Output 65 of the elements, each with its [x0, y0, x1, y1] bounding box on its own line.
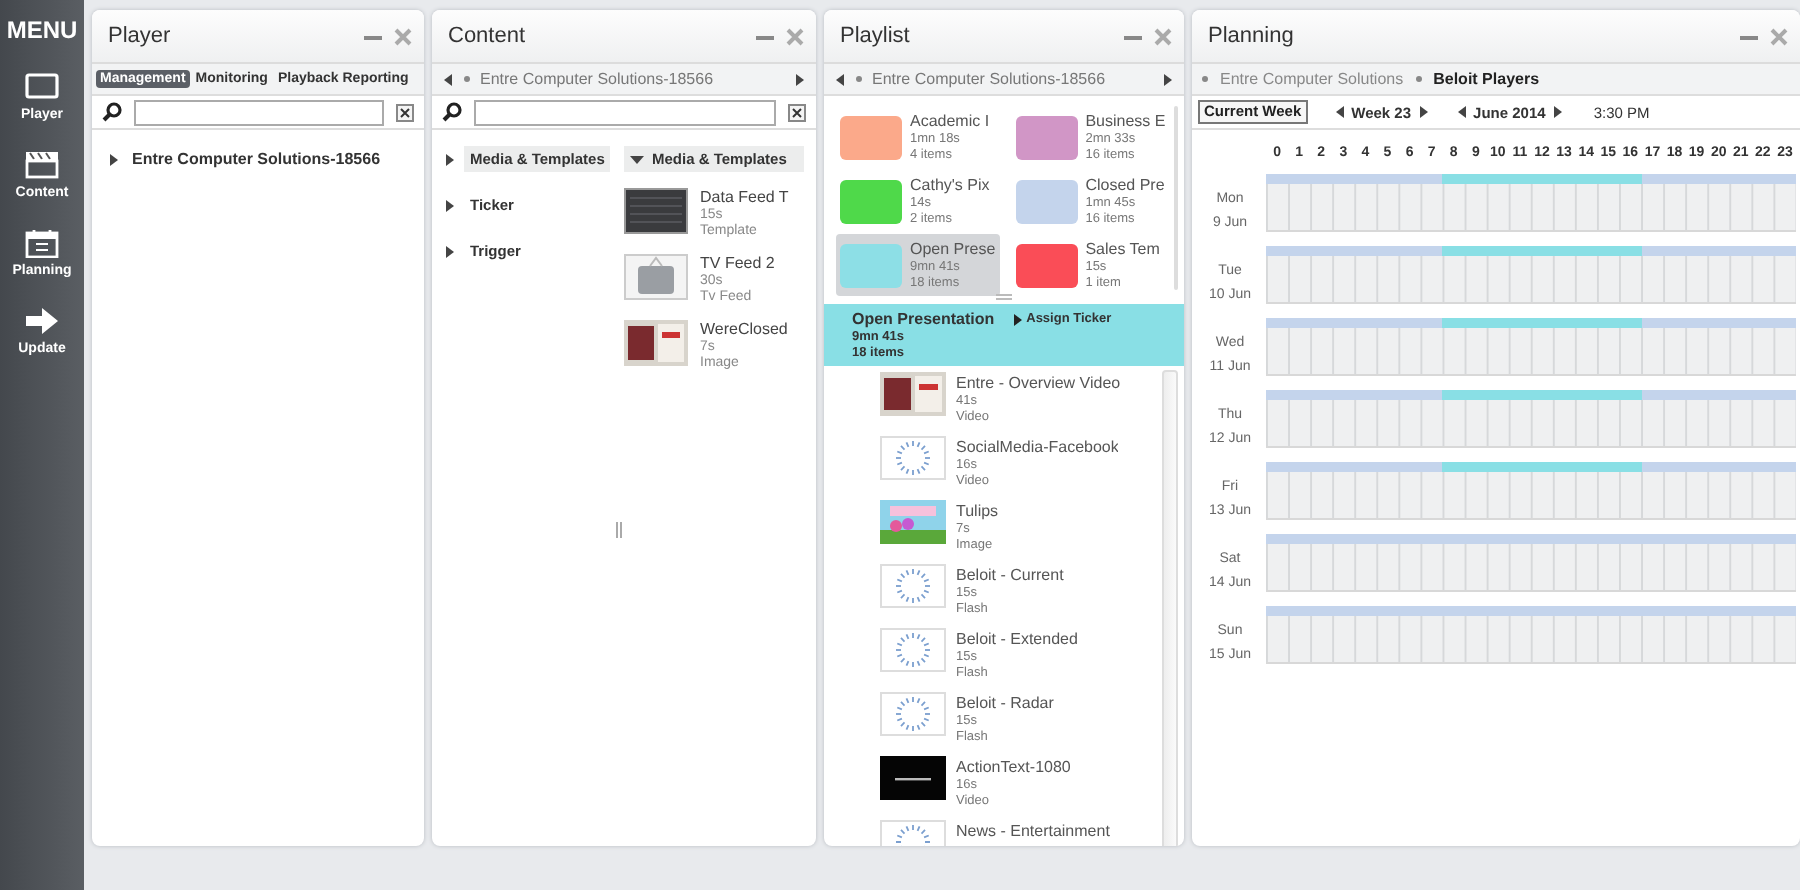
caret-right-icon[interactable]	[1162, 71, 1174, 87]
photo-placeholder	[624, 320, 688, 366]
current-playlist-name: Open Presentation	[852, 308, 995, 330]
media-name[interactable]: TV Feed 2	[700, 254, 775, 272]
caret-left-icon[interactable]	[1333, 104, 1346, 120]
tree-item[interactable]: Entre Computer Solutions-18566	[132, 150, 381, 168]
caret-left-icon[interactable]	[442, 71, 454, 87]
caret-right-icon[interactable]	[794, 71, 806, 87]
resize-handle[interactable]	[996, 294, 1012, 300]
calendar-icon	[24, 228, 60, 258]
breadcrumb-link[interactable]: Entre Computer Solutions-18566	[480, 70, 714, 88]
search-field[interactable]	[134, 99, 384, 125]
menu-title: MENU	[6, 16, 78, 44]
screen-thumbnail	[624, 188, 688, 234]
caret-right-icon[interactable]	[444, 197, 456, 213]
caret-left-icon[interactable]	[834, 71, 846, 87]
breadcrumb-link[interactable]: Entre Computer Solutions-18566	[872, 70, 1106, 88]
entry-name[interactable]: SocialMedia-Facebook	[956, 438, 1119, 458]
search-icon[interactable]	[442, 102, 462, 122]
caret-right-icon[interactable]	[108, 151, 122, 167]
entry-name[interactable]: Beloit - Current	[956, 566, 1064, 586]
caret-right-icon[interactable]	[444, 151, 456, 167]
scrollbar[interactable]	[1173, 106, 1178, 290]
loading-icon	[880, 628, 946, 672]
caret-down-icon	[630, 151, 644, 167]
photo-placeholder	[880, 372, 946, 416]
panel-title: Content	[448, 24, 528, 48]
caret-right-icon	[1014, 313, 1023, 325]
clear-icon[interactable]	[788, 103, 806, 121]
entry-name[interactable]: Beloit - Extended	[956, 630, 1078, 650]
playlist-name: Closed Pre	[1085, 175, 1165, 195]
entry-name[interactable]: Entre - Overview Video	[956, 374, 1121, 394]
playlist-name: Business E	[1085, 111, 1166, 131]
panel-title: Player	[108, 24, 173, 48]
arrow-right-icon	[23, 306, 60, 336]
photo-placeholder	[880, 500, 946, 544]
clear-icon[interactable]	[396, 103, 414, 121]
loading-icon	[880, 436, 946, 480]
playlist-name: Sales Tem	[1085, 239, 1160, 259]
playlist-name: Open Prese	[910, 239, 996, 258]
entry-name[interactable]: ActionText-1080	[956, 758, 1071, 778]
panel-title: Planning	[1208, 24, 1296, 48]
entry-name[interactable]: Beloit - Radar	[956, 694, 1054, 714]
loading-icon	[880, 692, 946, 736]
caret-right-icon[interactable]	[444, 243, 456, 259]
entry-name[interactable]: Tulips	[956, 502, 999, 522]
media-name[interactable]: WereClosed	[700, 320, 788, 338]
entry-name[interactable]: News - Entertainment	[956, 822, 1110, 842]
media-name[interactable]: Data Feed T	[700, 188, 789, 206]
search-field[interactable]	[474, 99, 776, 125]
monitor-icon	[24, 72, 60, 102]
scrollbar[interactable]	[1162, 370, 1178, 846]
playlist-name: Cathy's Pix	[910, 175, 990, 195]
resize-handle[interactable]	[616, 522, 622, 538]
playlist-name: Academic I	[910, 111, 990, 131]
panel-title: Playlist	[840, 24, 912, 48]
video-thumbnail	[880, 756, 946, 800]
breadcrumb-link[interactable]: Beloit Players	[1433, 70, 1540, 88]
clapperboard-icon	[23, 150, 60, 180]
search-icon[interactable]	[102, 102, 122, 122]
tv-thumbnail	[624, 254, 688, 300]
caret-left-icon[interactable]	[1455, 104, 1468, 120]
caret-right-icon[interactable]	[1417, 104, 1430, 120]
caret-right-icon[interactable]	[1551, 104, 1564, 120]
loading-icon	[880, 564, 946, 608]
